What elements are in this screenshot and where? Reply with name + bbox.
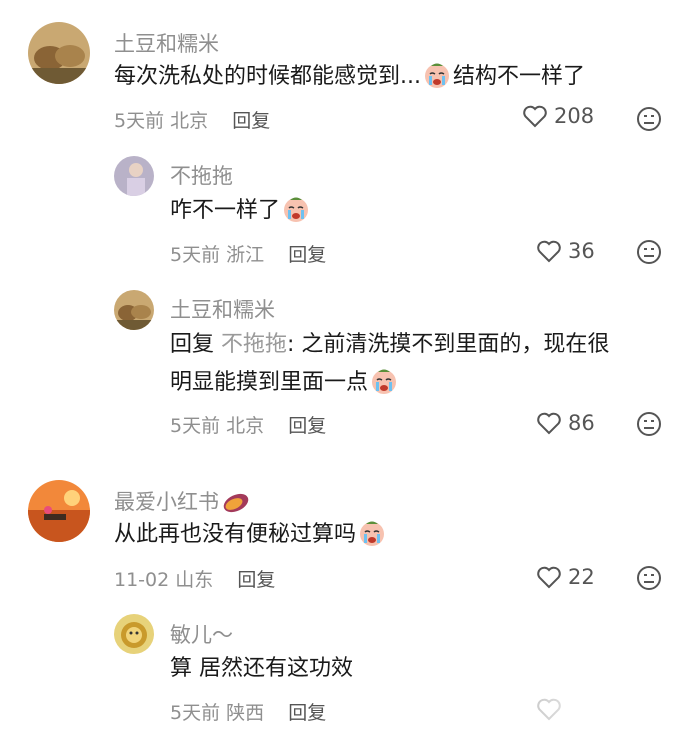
comment-text-part: 明显能摸到里面一点 <box>170 370 369 395</box>
like-count: 86 <box>568 411 595 435</box>
reply-button[interactable]: 回复 <box>237 569 275 591</box>
comment-text-part: 每次洗私处的时候都能感觉到... <box>114 64 421 89</box>
reply-button[interactable]: 回复 <box>288 244 326 266</box>
heart-outline-icon <box>537 566 561 589</box>
comment-text: 算 居然还有这功效 <box>170 650 670 688</box>
username[interactable]: 土豆和糯米 <box>114 28 219 58</box>
username[interactable]: 最爱小红书 <box>114 486 253 516</box>
timestamp: 5天前 <box>170 702 221 724</box>
location: 陕西 <box>226 702 265 724</box>
avatar[interactable] <box>114 156 154 196</box>
like-button[interactable]: 208 <box>522 104 594 128</box>
avatar[interactable] <box>114 290 154 330</box>
location: 浙江 <box>226 244 265 266</box>
like-count: 22 <box>568 565 595 589</box>
like-button[interactable]: 22 <box>536 565 595 589</box>
comment-meta: 5天前 北京 回复 <box>114 106 270 133</box>
comment-text-part: 从此再也没有便秘过算吗 <box>114 522 357 547</box>
heart-outline-icon <box>523 105 547 128</box>
like-button[interactable]: 36 <box>536 239 595 263</box>
reply-target-user[interactable]: 不拖拖 <box>221 332 287 357</box>
avatar[interactable] <box>114 614 154 654</box>
comment-text-part: : 之前清洗摸不到里面的，现在很 <box>287 332 610 357</box>
comment-meta: 5天前 浙江 回复 <box>170 240 326 267</box>
like-count: 36 <box>568 239 595 263</box>
username[interactable]: 不拖拖 <box>170 160 233 190</box>
avatar[interactable] <box>28 22 90 84</box>
like-count: 208 <box>554 104 595 128</box>
comment-text: 每次洗私处的时候都能感觉到... 结构不一样了 <box>114 58 674 96</box>
username[interactable]: 土豆和糯米 <box>170 294 275 324</box>
comment-meta: 5天前 北京 回复 <box>170 411 326 438</box>
heart-outline-icon <box>537 240 561 263</box>
heart-outline-icon <box>537 412 561 435</box>
reply-button[interactable]: 回复 <box>288 415 326 437</box>
reply-button[interactable]: 回复 <box>232 110 270 132</box>
reply-prefix: 回复 <box>170 332 215 357</box>
reply-button[interactable]: 回复 <box>288 702 326 724</box>
sweet-potato-emoji <box>223 493 249 513</box>
crying-face-emoji <box>424 63 449 88</box>
username-text: 最爱小红书 <box>114 490 219 514</box>
comment-meta: 11-02 山东 回复 <box>114 565 275 592</box>
comment-text-part: 结构不一样了 <box>452 64 585 89</box>
crying-face-emoji <box>372 369 397 394</box>
neutral-face-icon[interactable] <box>636 106 662 132</box>
location: 山东 <box>175 569 214 591</box>
comment-text: 咋不一样了 <box>170 192 670 230</box>
location: 北京 <box>170 110 209 132</box>
neutral-face-icon[interactable] <box>636 565 662 591</box>
crying-face-emoji <box>284 197 309 222</box>
timestamp: 11-02 <box>114 569 170 591</box>
comment-text: 回复 不拖拖: 之前清洗摸不到里面的，现在很 明显能摸到里面一点 <box>170 326 670 402</box>
username[interactable]: 敏儿～ <box>170 619 233 649</box>
crying-face-emoji <box>360 521 385 546</box>
timestamp: 5天前 <box>170 244 221 266</box>
comment-text-part: 咋不一样了 <box>170 198 281 223</box>
comment-text-part: 算 居然还有这功效 <box>170 656 353 681</box>
neutral-face-icon[interactable] <box>636 411 662 437</box>
avatar[interactable] <box>28 480 90 542</box>
watermark-fade <box>520 690 690 740</box>
timestamp: 5天前 <box>170 415 221 437</box>
comment-text: 从此再也没有便秘过算吗 <box>114 516 674 554</box>
like-button[interactable]: 86 <box>536 411 595 435</box>
neutral-face-icon[interactable] <box>636 239 662 265</box>
comment-meta: 5天前 陕西 回复 <box>170 698 326 725</box>
location: 北京 <box>226 415 265 437</box>
timestamp: 5天前 <box>114 110 165 132</box>
